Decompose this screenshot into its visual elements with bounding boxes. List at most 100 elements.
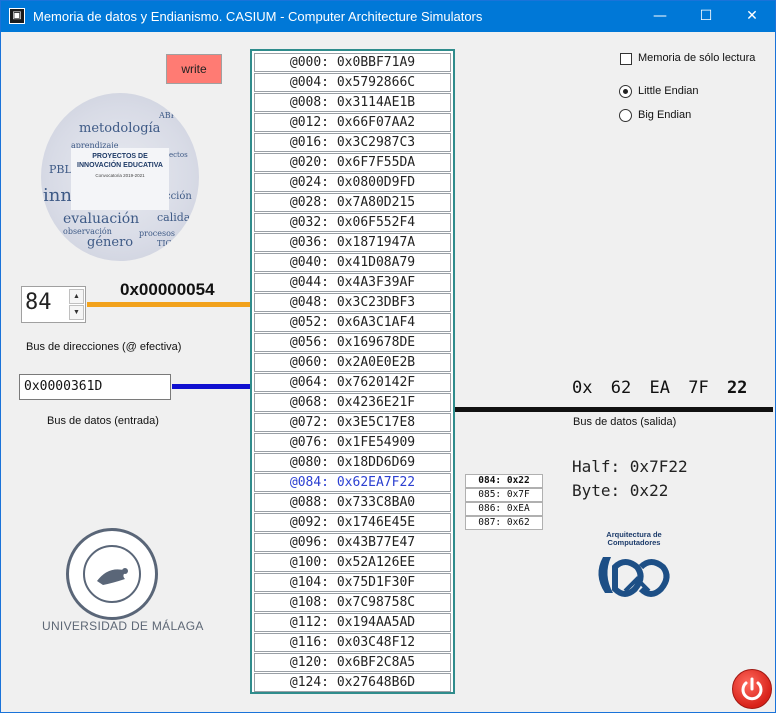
power-button[interactable] xyxy=(732,669,772,709)
memory-row[interactable]: @056: 0x169678DE xyxy=(254,333,451,352)
memory-address: @108: xyxy=(289,595,330,610)
memory-address: @032: xyxy=(289,215,330,230)
memory-address: @080: xyxy=(289,455,330,470)
logo-word: evaluación xyxy=(63,211,140,227)
memory-row[interactable]: @032: 0x06F552F4 xyxy=(254,213,451,232)
memory-value: 0x1FE54909 xyxy=(336,435,416,450)
power-icon[interactable] xyxy=(733,670,771,708)
memory-row[interactable]: @024: 0x0800D9FD xyxy=(254,173,451,192)
memory-value: 0x62EA7F22 xyxy=(336,475,416,490)
memory-separator xyxy=(329,495,337,510)
memory-row[interactable]: @048: 0x3C23DBF3 xyxy=(254,293,451,312)
memory-value: 0x27648B6D xyxy=(336,675,416,690)
memory-separator xyxy=(329,415,337,430)
memory-row[interactable]: @016: 0x3C2987C3 xyxy=(254,133,451,152)
data-out-prefix: 0x xyxy=(572,378,593,398)
radio-icon[interactable] xyxy=(619,85,632,98)
data-in-input[interactable]: 0x0000361D xyxy=(19,374,171,400)
memory-separator xyxy=(329,455,337,470)
memory-row[interactable]: @064: 0x7620142F xyxy=(254,373,451,392)
memory-value: 0x0BBF71A9 xyxy=(336,55,416,70)
memory-address: @044: xyxy=(289,275,330,290)
memory-row[interactable]: @116: 0x03C48F12 xyxy=(254,633,451,652)
memory-row[interactable]: @028: 0x7A80D215 xyxy=(254,193,451,212)
memory-row[interactable]: @008: 0x3114AE1B xyxy=(254,93,451,112)
memory-row[interactable]: @092: 0x1746E45E xyxy=(254,513,451,532)
memory-row[interactable]: @012: 0x66F07AA2 xyxy=(254,113,451,132)
memory-value: 0x4236E21F xyxy=(336,395,416,410)
memory-row[interactable]: @100: 0x52A126EE xyxy=(254,553,451,572)
stepper-down-arrow-icon[interactable]: ▼ xyxy=(69,305,84,320)
memory-row[interactable]: @068: 0x4236E21F xyxy=(254,393,451,412)
maximize-button[interactable]: ☐ xyxy=(683,1,729,32)
write-button[interactable]: write xyxy=(166,54,222,84)
memory-row[interactable]: @104: 0x75D1F30F xyxy=(254,573,451,592)
memory-separator xyxy=(329,315,337,330)
memory-row[interactable]: @020: 0x6F7F55DA xyxy=(254,153,451,172)
memory-value: 0x7620142F xyxy=(336,375,416,390)
memory-value: 0x0800D9FD xyxy=(336,175,416,190)
memory-address: @036: xyxy=(289,235,330,250)
memory-address: @004: xyxy=(289,75,330,90)
memory-row[interactable]: @004: 0x5792866C xyxy=(254,73,451,92)
memory-row[interactable]: @040: 0x41D08A79 xyxy=(254,253,451,272)
memory-row[interactable]: @044: 0x4A3F39AF xyxy=(254,273,451,292)
logo-word: observación xyxy=(63,227,112,236)
memory-separator xyxy=(329,275,337,290)
memory-row[interactable]: @000: 0x0BBF71A9 xyxy=(254,53,451,72)
logo-word: metodología xyxy=(79,121,161,136)
memory-row[interactable]: @080: 0x18DD6D69 xyxy=(254,453,451,472)
memory-value: 0x6BF2C8A5 xyxy=(336,655,416,670)
arq-logo-title: Arquitectura de Computadores xyxy=(606,530,662,547)
memory-row[interactable]: @120: 0x6BF2C8A5 xyxy=(254,653,451,672)
memory-row[interactable]: @084: 0x62EA7F22 xyxy=(254,473,451,492)
logo-call: Convocatoria 2019-2021 xyxy=(95,173,145,178)
memory-value: 0x06F552F4 xyxy=(336,215,416,230)
memory-row[interactable]: @096: 0x43B77E47 xyxy=(254,533,451,552)
memory-row[interactable]: @108: 0x7C98758C xyxy=(254,593,451,612)
memory-address: @048: xyxy=(289,295,330,310)
radio-icon[interactable] xyxy=(619,109,632,122)
stepper-up-arrow-icon[interactable]: ▲ xyxy=(69,289,84,304)
memory-separator xyxy=(329,355,337,370)
address-stepper[interactable]: 84 ▲ ▼ xyxy=(21,286,86,323)
address-hex: 0x00000054 xyxy=(120,280,215,299)
memory-separator xyxy=(329,555,337,570)
memory-separator xyxy=(329,655,337,670)
memory-value: 0x03C48F12 xyxy=(336,635,416,650)
memory-row[interactable]: @036: 0x1871947A xyxy=(254,233,451,252)
memory-row[interactable]: @060: 0x2A0E0E2B xyxy=(254,353,451,372)
memory-separator xyxy=(329,395,337,410)
data-out-byte: 62 xyxy=(610,378,632,398)
memory-row[interactable]: @124: 0x27648B6D xyxy=(254,673,451,692)
memory-row[interactable]: @052: 0x6A3C1AF4 xyxy=(254,313,451,332)
university-seal-icon xyxy=(66,528,158,620)
memory-value: 0x733C8BA0 xyxy=(336,495,416,510)
memory-row[interactable]: @112: 0x194AA5AD xyxy=(254,613,451,632)
byte-value: Byte: 0x22 xyxy=(572,481,669,500)
memory-value: 0x3C23DBF3 xyxy=(336,295,416,310)
memory-address: @020: xyxy=(289,155,330,170)
title-bar[interactable]: ▣ Memoria de datos y Endianismo. CASIUM … xyxy=(1,1,775,32)
arq-computadores-logo: Arquitectura de Computadores xyxy=(591,531,677,607)
memory-separator xyxy=(329,475,337,490)
logo-word: PBL xyxy=(49,163,72,176)
memory-separator xyxy=(329,75,337,90)
data-out-byte: EA xyxy=(649,378,670,398)
memory-value: 0x41D08A79 xyxy=(336,255,416,270)
checkbox-icon[interactable] xyxy=(620,53,632,65)
address-bus-label: Bus de direcciones (@ efectiva) xyxy=(26,341,182,353)
little-endian-label: Little Endian xyxy=(638,85,699,97)
memory-row[interactable]: @072: 0x3E5C17E8 xyxy=(254,413,451,432)
data-in-bus-line xyxy=(172,384,251,389)
minimize-button[interactable]: — xyxy=(637,1,683,32)
close-window-button[interactable]: ✕ xyxy=(729,1,775,32)
memory-address: @060: xyxy=(289,355,330,370)
memory-row[interactable]: @088: 0x733C8BA0 xyxy=(254,493,451,512)
memory-separator xyxy=(329,55,337,70)
memory-address: @088: xyxy=(289,495,330,510)
address-value[interactable]: 84 xyxy=(25,290,52,315)
memory-address: @092: xyxy=(289,515,330,530)
memory-address: @064: xyxy=(289,375,330,390)
memory-row[interactable]: @076: 0x1FE54909 xyxy=(254,433,451,452)
